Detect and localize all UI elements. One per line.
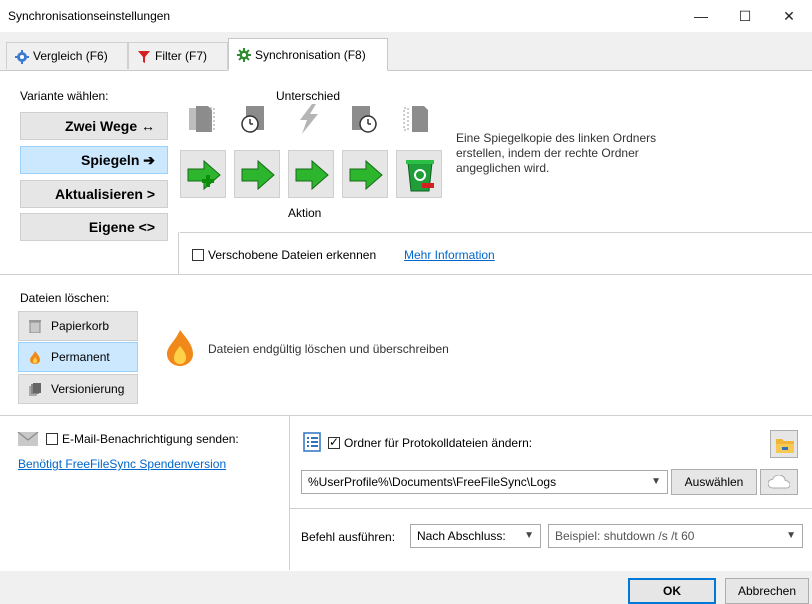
minimize-button[interactable]: —: [678, 0, 724, 32]
right-only-file-icon: [400, 102, 434, 136]
funnel-icon: [138, 51, 150, 63]
variant-mirror-button[interactable]: Spiegeln ➔: [20, 146, 168, 174]
action-overwrite-newer-button[interactable]: [342, 150, 388, 198]
detect-moved-checkbox[interactable]: [192, 249, 204, 261]
select-folder-button[interactable]: Auswählen: [671, 469, 757, 495]
variant-custom-button[interactable]: Eigene <>: [20, 213, 168, 241]
envelope-icon: [18, 432, 38, 446]
title-bar: Synchronisationseinstellungen — ☐ ✕: [0, 0, 812, 32]
chevron-down-icon: ▼: [524, 530, 534, 541]
recycle-bin-icon: [29, 320, 41, 333]
window-title: Synchronisationseinstellungen: [8, 9, 171, 23]
versioning-icon: [29, 383, 41, 396]
command-input[interactable]: Beispiel: shutdown /s /t 60 ▼: [548, 524, 803, 548]
left-only-file-icon: [186, 102, 220, 136]
logfolder-label: Ordner für Protokolldateien ändern:: [344, 436, 533, 450]
delete-description: Dateien endgültig löschen und überschrei…: [208, 342, 449, 356]
variant-description: Eine Spiegelkopie des linken Ordners ers…: [456, 131, 657, 175]
action-label: Aktion: [288, 206, 322, 220]
command-label: Befehl ausführen:: [301, 530, 396, 544]
arrow-right-icon: [241, 159, 275, 191]
tab-vergleich[interactable]: Vergleich (F6): [6, 42, 128, 69]
folder-icon: [776, 439, 794, 453]
gear-green-icon: [237, 48, 251, 62]
tab-label: Vergleich (F6): [33, 49, 108, 63]
divider: [180, 232, 812, 233]
action-create-left-button[interactable]: [180, 150, 226, 198]
flame-icon: [167, 330, 193, 366]
email-checkbox[interactable]: [46, 433, 58, 445]
command-placeholder: Beispiel: shutdown /s /t 60: [555, 529, 695, 543]
delete-versioning-button[interactable]: Versionierung: [18, 374, 138, 404]
delete-permanent-button[interactable]: Permanent: [18, 342, 138, 372]
cloud-icon: [768, 475, 790, 489]
arrow-right-plus-icon: [187, 159, 221, 191]
delete-heading: Dateien löschen:: [20, 291, 110, 305]
right-newer-file-icon: [346, 102, 380, 136]
flame-icon: [30, 351, 40, 364]
variant-two-way-button[interactable]: Zwei Wege ↔: [20, 112, 168, 140]
logfolder-path-combobox[interactable]: %UserProfile%\Documents\FreeFileSync\Log…: [301, 470, 668, 494]
command-when-value: Nach Abschluss:: [417, 529, 506, 543]
delete-option-label: Permanent: [51, 350, 110, 364]
log-list-icon: [303, 432, 321, 452]
action-conflict-button[interactable]: [288, 150, 334, 198]
delete-recycle-button[interactable]: Papierkorb: [18, 311, 138, 341]
logfolder-checkbox[interactable]: [328, 435, 340, 449]
chevron-down-icon: ▼: [651, 476, 661, 487]
difference-label: Unterschied: [276, 89, 341, 103]
conflict-lightning-icon: [292, 102, 326, 136]
cloud-button[interactable]: [760, 469, 798, 495]
donation-version-link[interactable]: Benötigt FreeFileSync Spendenversion: [18, 457, 226, 471]
variant-update-button[interactable]: Aktualisieren >: [20, 180, 168, 208]
divider: [289, 416, 290, 570]
variant-heading: Variante wählen:: [20, 89, 109, 103]
command-when-dropdown[interactable]: Nach Abschluss: ▼: [410, 524, 541, 548]
maximize-button[interactable]: ☐: [722, 0, 768, 32]
divider: [0, 415, 812, 416]
arrow-right-icon: [349, 159, 383, 191]
more-info-link[interactable]: Mehr Information: [404, 248, 495, 262]
logfolder-path: %UserProfile%\Documents\FreeFileSync\Log…: [308, 475, 557, 489]
delete-option-label: Papierkorb: [51, 319, 110, 333]
arrow-right-icon: [295, 159, 329, 191]
email-label: E-Mail-Benachrichtigung senden:: [62, 432, 239, 446]
divider: [0, 274, 812, 275]
action-delete-right-button[interactable]: [396, 150, 442, 198]
recycle-bin-delete-icon: [406, 160, 434, 192]
chevron-down-icon: ▼: [786, 530, 796, 541]
tab-filter[interactable]: Filter (F7): [128, 42, 228, 69]
tab-label: Synchronisation (F8): [255, 48, 366, 62]
gear-blue-icon: [15, 50, 29, 64]
left-newer-file-icon: [238, 102, 272, 136]
cancel-button[interactable]: Abbrechen: [725, 578, 809, 604]
open-folder-button[interactable]: [770, 430, 798, 458]
divider: [178, 232, 179, 274]
tab-synchronisation[interactable]: Synchronisation (F8): [228, 38, 388, 71]
close-button[interactable]: ✕: [766, 0, 812, 32]
action-overwrite-button[interactable]: [234, 150, 280, 198]
detect-moved-label: Verschobene Dateien erkennen: [208, 248, 377, 262]
tab-label: Filter (F7): [155, 49, 207, 63]
delete-option-label: Versionierung: [51, 382, 125, 396]
ok-button[interactable]: OK: [628, 578, 716, 604]
divider: [290, 508, 812, 509]
